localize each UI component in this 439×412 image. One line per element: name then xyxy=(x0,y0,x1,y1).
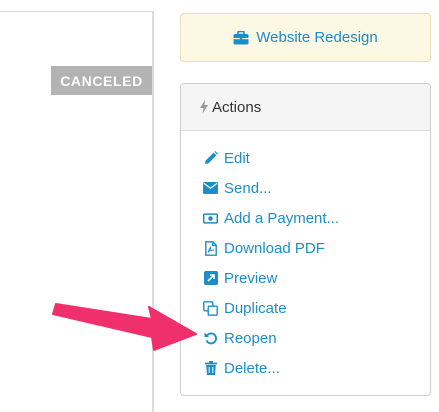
status-badge: CANCELED xyxy=(51,66,152,95)
project-name: Website Redesign xyxy=(256,29,378,46)
invoice-preview-edge xyxy=(152,11,154,412)
duplicate-label: Duplicate xyxy=(224,299,287,317)
delete-label: Delete... xyxy=(224,359,280,377)
edit-label: Edit xyxy=(224,149,250,167)
invoice-page: CANCELED Website Redesign Actions Edit S… xyxy=(0,0,439,412)
actions-panel: Actions Edit Send... Add a Payment... Do… xyxy=(180,83,431,396)
money-icon xyxy=(203,211,218,226)
undo-icon xyxy=(203,331,218,346)
actions-list: Edit Send... Add a Payment... Download P… xyxy=(181,131,430,383)
preview-action[interactable]: Preview xyxy=(181,263,430,293)
project-link[interactable]: Website Redesign xyxy=(180,13,431,62)
preview-label: Preview xyxy=(224,269,278,287)
send-action[interactable]: Send... xyxy=(181,173,430,203)
reopen-label: Reopen xyxy=(224,329,277,347)
bolt-icon xyxy=(200,100,208,114)
actions-title: Actions xyxy=(212,98,262,116)
add-payment-action[interactable]: Add a Payment... xyxy=(181,203,430,233)
trash-icon xyxy=(203,361,218,376)
envelope-icon xyxy=(203,181,218,196)
copy-icon xyxy=(203,300,218,316)
reopen-action[interactable]: Reopen xyxy=(181,323,430,353)
external-link-icon xyxy=(203,271,218,286)
duplicate-action[interactable]: Duplicate xyxy=(181,293,430,323)
pencil-icon xyxy=(203,151,218,166)
download-pdf-action[interactable]: Download PDF xyxy=(181,233,430,263)
delete-action[interactable]: Delete... xyxy=(181,353,430,383)
add-payment-label: Add a Payment... xyxy=(224,209,340,227)
send-label: Send... xyxy=(224,179,272,197)
actions-header: Actions xyxy=(181,84,430,131)
briefcase-icon xyxy=(233,30,249,45)
pdf-file-icon xyxy=(203,240,218,256)
download-pdf-label: Download PDF xyxy=(224,239,325,257)
edit-action[interactable]: Edit xyxy=(181,143,430,173)
